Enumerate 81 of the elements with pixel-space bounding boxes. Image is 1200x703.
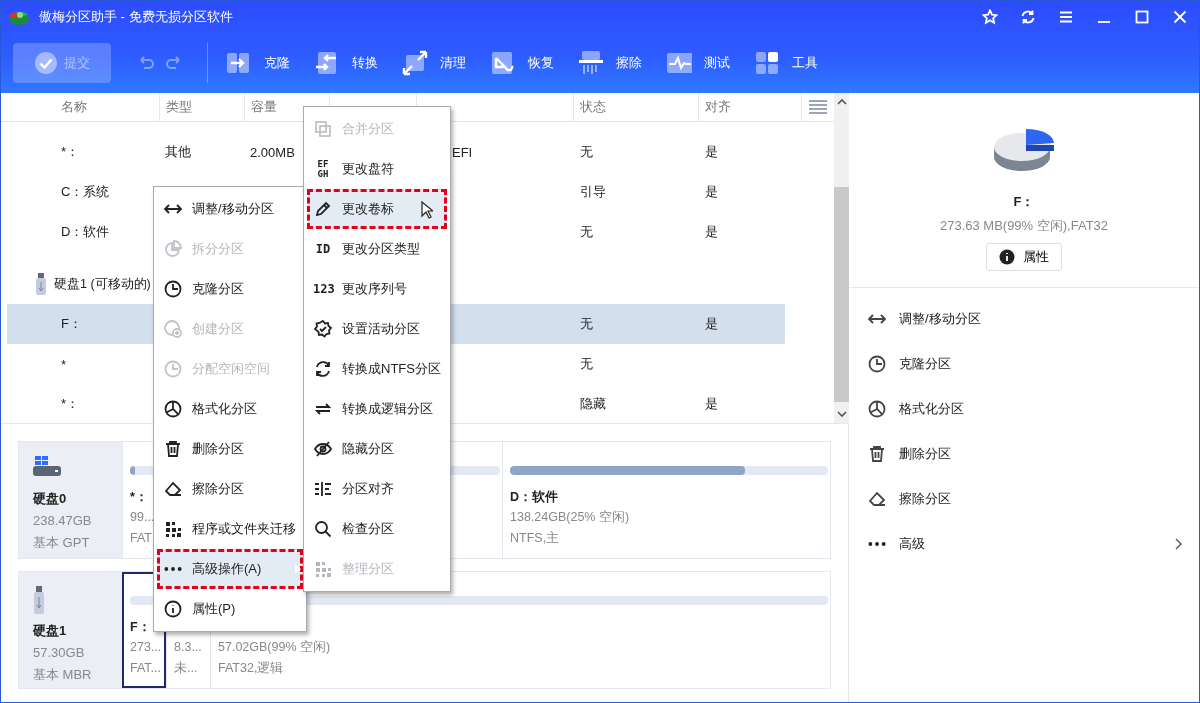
table-cell: EFI	[452, 144, 473, 160]
partition-block[interactable]: D：软件 138.24GB(25% 空闲) NTFS,主	[502, 442, 830, 558]
toolbar-button[interactable]: 恢复	[480, 43, 568, 83]
menu-item[interactable]: 更改卷标	[307, 189, 447, 229]
toolbar-button[interactable]: 擦除	[568, 43, 656, 83]
partition-name: *：	[130, 489, 149, 506]
menu-item[interactable]: 设置活动分区	[304, 309, 450, 349]
disk-style: 基本 GPT	[33, 534, 91, 552]
table-cell: 2.00MB	[250, 144, 295, 160]
partition-block[interactable]: F： 273... FAT...	[122, 572, 166, 688]
table-cell: 无	[580, 316, 593, 331]
table-cell: 其他	[165, 144, 191, 159]
menu-item[interactable]: 调整/移动分区	[154, 189, 306, 229]
partition-size: 57.02GB(99% 空闲)	[218, 639, 332, 656]
partition-format: NTFS,主	[510, 530, 561, 547]
menu-item[interactable]: ID 更改分区类型	[304, 229, 450, 269]
menu-item[interactable]: 分区对齐	[304, 469, 450, 509]
table-cell: 是	[705, 396, 718, 411]
menu-item[interactable]: 格式化分区	[154, 389, 306, 429]
table-cell: 无	[580, 356, 593, 371]
column-header: 容量	[251, 98, 277, 116]
toolbar-button[interactable]: 清理	[392, 43, 480, 83]
menu-item[interactable]: 123 更改序列号	[304, 269, 450, 309]
table-cell: *	[61, 356, 67, 372]
menu-item[interactable]: 隐藏分区	[304, 429, 450, 469]
toolbar-button[interactable]: 克隆	[216, 43, 304, 83]
partition-size: 138.24GB(25% 空闲)	[510, 509, 631, 526]
partition-size: 273...	[130, 639, 163, 656]
disk-name: 硬盘1 (可移动的)	[54, 275, 151, 293]
disk-size: 57.30GB	[33, 644, 86, 662]
partition-format: 未...	[174, 660, 199, 677]
table-cell: 是	[705, 224, 718, 239]
menu-item[interactable]: 转换成NTFS分区	[304, 349, 450, 389]
partition-format: FAT...	[130, 660, 163, 677]
disk-size: 238.47GB	[33, 512, 93, 530]
partition-name: D：软件	[510, 489, 560, 506]
action-item[interactable]: 调整/移动分区	[849, 296, 1199, 341]
menu-item[interactable]: EF GH 更改盘符	[304, 149, 450, 189]
partition-name: F：	[130, 619, 152, 636]
action-item[interactable]: 格式化分区	[849, 386, 1199, 431]
glyph-icon: ID	[313, 241, 333, 257]
menu-item[interactable]: 高级操作(A)	[157, 549, 303, 589]
table-cell: *：	[61, 144, 80, 159]
disk-style: 基本 MBR	[33, 666, 93, 684]
table-cell: 是	[705, 316, 718, 331]
partition-name: F：	[1013, 193, 1035, 211]
menu-item[interactable]: 克隆分区	[154, 269, 306, 309]
table-cell: 无	[580, 144, 593, 159]
table-cell: C：系统	[61, 184, 110, 199]
table-cell: *：	[61, 396, 80, 411]
action-item[interactable]: 删除分区	[849, 431, 1199, 476]
partition-size: 99...	[130, 509, 156, 526]
glyph-icon: EF GH	[313, 159, 333, 179]
action-item[interactable]: 擦除分区	[849, 476, 1199, 521]
toolbar-button[interactable]: 转换	[304, 43, 392, 83]
toolbar-button[interactable]: 测试	[656, 43, 744, 83]
column-header: 状态	[580, 98, 606, 116]
window-title: 傲梅分区助手 - 免费无损分区软件	[39, 8, 233, 26]
column-header: 名称	[61, 98, 87, 116]
disk-name: 硬盘0	[33, 490, 68, 508]
glyph-icon: 123	[313, 281, 333, 297]
table-cell: 引导	[580, 184, 606, 199]
partition-info: 273.63 MB(99% 空闲),FAT32	[939, 217, 1109, 235]
disk-name: 硬盘1	[33, 622, 68, 640]
table-cell: 隐藏	[580, 396, 606, 411]
table-cell: 是	[705, 184, 718, 199]
partition-format: FAT32,逻辑	[218, 660, 285, 677]
table-cell: 是	[705, 144, 718, 159]
action-item[interactable]: 克隆分区	[849, 341, 1199, 386]
properties-button[interactable]: 属性	[986, 243, 1062, 271]
table-cell: F：	[61, 316, 82, 331]
menu-item[interactable]: 检查分区	[304, 509, 450, 549]
table-cell: D：软件	[61, 224, 110, 239]
menu-item[interactable]: 转换成逻辑分区	[304, 389, 450, 429]
table-cell: 无	[580, 224, 593, 239]
column-header: 类型	[166, 98, 192, 116]
action-item[interactable]: 高级	[849, 521, 1199, 566]
column-header: 对齐	[705, 98, 731, 116]
toolbar-button[interactable]: 工具	[744, 43, 832, 83]
partition-size: 8.3...	[174, 639, 203, 656]
partition-format: FAT	[130, 530, 153, 547]
